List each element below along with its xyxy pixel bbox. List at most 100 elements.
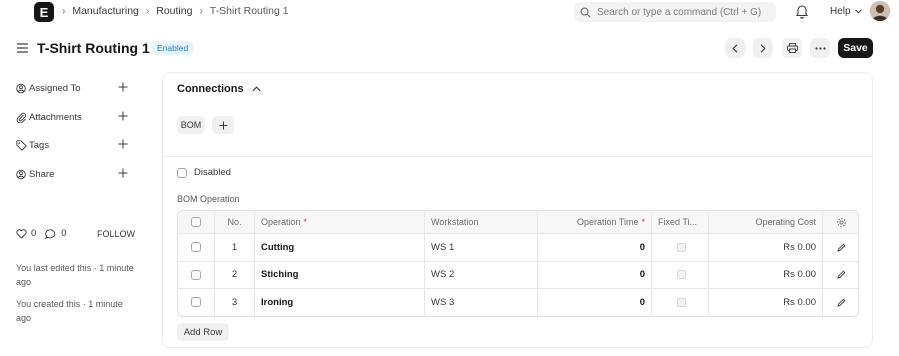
sidebar-item-tags[interactable]: Tags [16, 135, 128, 155]
row-select-cell [178, 289, 214, 316]
workstation-cell[interactable]: WS 1 [424, 234, 537, 261]
select-all-checkbox[interactable] [191, 217, 201, 227]
add-attachment-icon[interactable] [118, 111, 128, 121]
operation-cell[interactable]: Ironing [254, 289, 424, 316]
chevron-right-icon: › [62, 5, 66, 17]
breadcrumb-current[interactable]: T-Shirt Routing 1 [210, 5, 289, 17]
operating-cost-cell: Rs 0.00 [708, 261, 822, 288]
row-checkbox[interactable] [191, 269, 201, 280]
top-navbar: E › Manufacturing › Routing › T-Shirt Ro… [0, 0, 899, 24]
row-number: 2 [214, 261, 254, 288]
sidebar-item-attachments[interactable]: Attachments [16, 107, 128, 127]
table-row[interactable]: 1 Cutting WS 1 0 Rs 0.00 [178, 233, 858, 261]
operation-cell[interactable]: Cutting [254, 234, 424, 261]
breadcrumb-manufacturing[interactable]: Manufacturing [72, 5, 139, 17]
add-share-icon[interactable] [118, 168, 128, 178]
chevron-down-icon [854, 9, 862, 14]
operation-time-cell[interactable]: 0 [537, 289, 651, 316]
user-avatar[interactable] [870, 1, 890, 21]
follow-button[interactable]: FOLLOW [97, 229, 135, 239]
search-placeholder: Search or type a command (Ctrl + G) [597, 6, 762, 18]
operation-time-cell[interactable]: 0 [537, 234, 651, 261]
app-logo[interactable]: E [34, 2, 54, 22]
edit-pencil-icon[interactable] [837, 243, 846, 252]
edit-pencil-icon[interactable] [837, 298, 846, 307]
connection-bom-link[interactable]: BOM [177, 116, 205, 134]
fixed-time-cell[interactable] [651, 289, 708, 316]
connections-header[interactable]: Connections [177, 83, 261, 95]
header-operation-time: Operation Time * [537, 211, 651, 233]
more-actions-button[interactable] [810, 38, 830, 58]
notification-bell-icon[interactable] [795, 4, 809, 19]
disabled-checkbox[interactable] [177, 167, 187, 178]
doc-stats: 0 0 FOLLOW [16, 228, 136, 239]
chevron-right-icon: › [145, 5, 150, 17]
header-operating-cost: Operating Cost [708, 211, 822, 233]
connections-title: Connections [177, 83, 244, 95]
bom-operation-label: BOM Operation [177, 194, 240, 204]
edit-row-cell [822, 234, 858, 261]
table-row[interactable]: 3 Ironing WS 3 0 Rs 0.00 [178, 288, 858, 316]
row-number: 1 [214, 234, 254, 261]
gear-icon[interactable] [836, 217, 847, 228]
row-checkbox[interactable] [191, 297, 201, 308]
fixed-time-checkbox [677, 242, 686, 252]
fixed-time-cell[interactable] [651, 261, 708, 288]
search-bar[interactable]: Search or type a command (Ctrl + G) [574, 2, 776, 22]
sidebar-item-label: Attachments [29, 111, 82, 123]
column-settings-cell [822, 211, 858, 233]
operation-time-cell[interactable]: 0 [537, 261, 651, 288]
chevron-left-icon [732, 43, 738, 53]
heart-icon[interactable] [16, 228, 27, 239]
share-icon [16, 169, 27, 180]
workstation-cell[interactable]: WS 2 [424, 261, 537, 288]
previous-doc-button[interactable] [725, 38, 745, 58]
sidebar-item-label: Share [29, 168, 55, 180]
row-select-cell [178, 234, 214, 261]
operating-cost-cell: Rs 0.00 [708, 234, 822, 261]
header-no: No. [214, 211, 254, 233]
disabled-field[interactable]: Disabled [177, 167, 231, 178]
add-row-button[interactable]: Add Row [177, 323, 229, 341]
last-edited-info: You last edited this · 1 minute ago [16, 263, 134, 287]
sidebar-item-assigned-to[interactable]: Assigned To [16, 78, 128, 98]
paperclip-icon [16, 112, 27, 123]
help-menu[interactable]: Help [830, 6, 862, 17]
fixed-time-checkbox [677, 297, 686, 307]
breadcrumb: › Manufacturing › Routing › T-Shirt Rout… [62, 5, 289, 17]
print-button[interactable] [782, 38, 802, 58]
page-title: T-Shirt Routing 1 [37, 40, 150, 56]
form-card: Connections BOM Disabled BOM Operation N… [162, 72, 873, 348]
chevron-up-icon [252, 86, 261, 92]
fixed-time-cell[interactable] [651, 234, 708, 261]
next-doc-button[interactable] [753, 38, 773, 58]
edit-pencil-icon[interactable] [837, 270, 846, 279]
table-row[interactable]: 2 Stiching WS 2 0 Rs 0.00 [178, 260, 858, 288]
menu-toggle-icon[interactable] [17, 43, 28, 53]
search-icon [580, 7, 591, 17]
more-dots-icon [814, 46, 826, 50]
sidebar-item-share[interactable]: Share [16, 164, 128, 184]
add-connection-button[interactable] [212, 116, 234, 134]
comment-count: 0 [61, 228, 67, 239]
add-tag-icon[interactable] [118, 139, 128, 149]
table-header: No. Operation * Workstation Operation Tim… [178, 211, 858, 233]
fixed-time-checkbox [677, 270, 686, 280]
header-operation: Operation * [254, 211, 424, 233]
sidebar-item-label: Assigned To [29, 82, 81, 94]
operation-cell[interactable]: Stiching [254, 261, 424, 288]
edit-row-cell [822, 261, 858, 288]
created-info: You created this · 1 minute ago [16, 299, 123, 323]
status-badge: Enabled [152, 41, 194, 55]
save-button[interactable]: Save [838, 38, 873, 58]
add-assignee-icon[interactable] [118, 82, 128, 92]
printer-icon [786, 43, 798, 53]
comment-icon[interactable] [45, 228, 56, 239]
tag-icon [16, 139, 27, 151]
page-head: T-Shirt Routing 1 Enabled Save [0, 36, 899, 60]
row-checkbox[interactable] [191, 242, 201, 253]
disabled-label: Disabled [194, 167, 231, 178]
breadcrumb-routing[interactable]: Routing [156, 5, 192, 17]
sidebar-item-label: Tags [29, 139, 50, 151]
workstation-cell[interactable]: WS 3 [424, 289, 537, 316]
